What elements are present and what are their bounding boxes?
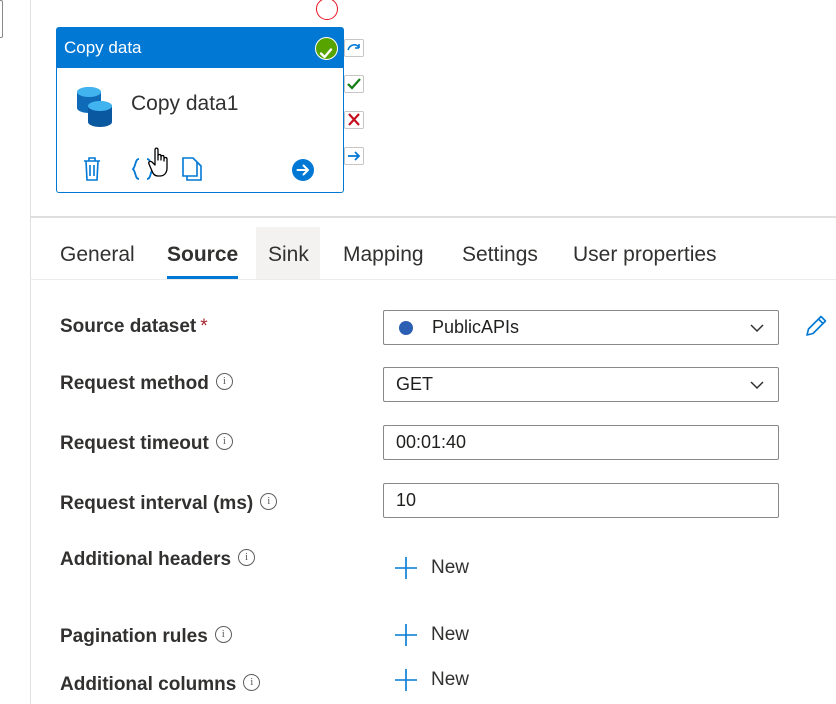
database-icon [77,87,112,127]
tab-user-properties[interactable]: User properties [561,227,729,279]
tab-mapping[interactable]: Mapping [331,227,436,279]
tabs-underline [30,279,836,280]
skip-icon[interactable] [344,39,364,57]
request-method-value: GET [396,374,434,394]
success-icon[interactable] [344,75,364,93]
source-dataset-label: Source dataset * [60,316,208,337]
source-dataset-value: PublicAPIs [432,317,520,337]
collapse-panel-handle[interactable] [0,0,3,38]
info-icon[interactable]: i [260,493,278,510]
info-icon[interactable]: i [215,373,233,390]
clone-icon[interactable] [181,156,203,182]
request-interval-label: Request interval (ms) i [60,493,278,515]
plus-icon [395,557,417,579]
copy-data-activity[interactable]: Copy data Copy data1 [56,27,344,193]
activity-name: Copy data1 [131,92,239,115]
info-icon[interactable]: i [238,549,256,566]
request-interval-input[interactable]: 10 [383,483,779,518]
chevron-down-icon [750,324,764,333]
pagination-rules-label: Pagination rules i [60,626,232,648]
request-timeout-input[interactable]: 00:01:40 [383,425,779,460]
required-marker: * [200,316,208,337]
activity-header: Copy data [57,28,343,68]
go-arrow-icon[interactable] [291,158,315,182]
success-check-icon [315,37,338,60]
failure-icon[interactable] [344,111,364,129]
source-dataset-select[interactable]: PublicAPIs [383,310,779,345]
edit-pencil-icon[interactable] [803,313,829,339]
request-method-label: Request method i [60,373,233,395]
breakpoint-circle-icon[interactable] [316,0,338,20]
additional-headers-label: Additional headers i [60,549,256,571]
panel-divider [30,216,836,218]
request-method-select[interactable]: GET [383,367,779,402]
tab-general[interactable]: General [48,227,147,279]
delete-icon[interactable] [82,156,102,182]
activity-type-label: Copy data [64,38,142,57]
plus-icon [395,669,417,691]
hand-cursor-icon [148,147,168,177]
tab-sink[interactable]: Sink [256,227,320,279]
info-icon[interactable]: i [243,674,261,691]
request-timeout-label: Request timeout i [60,433,233,455]
tab-source[interactable]: Source [155,227,250,279]
info-icon[interactable]: i [214,626,232,643]
chevron-down-icon [750,381,764,390]
gutter-divider [30,0,31,704]
completion-icon[interactable] [344,147,364,165]
additional-columns-label: Additional columns i [60,674,261,696]
rest-dataset-icon [399,321,413,335]
plus-icon [395,624,417,646]
info-icon[interactable]: i [215,433,233,450]
tab-settings[interactable]: Settings [450,227,550,279]
